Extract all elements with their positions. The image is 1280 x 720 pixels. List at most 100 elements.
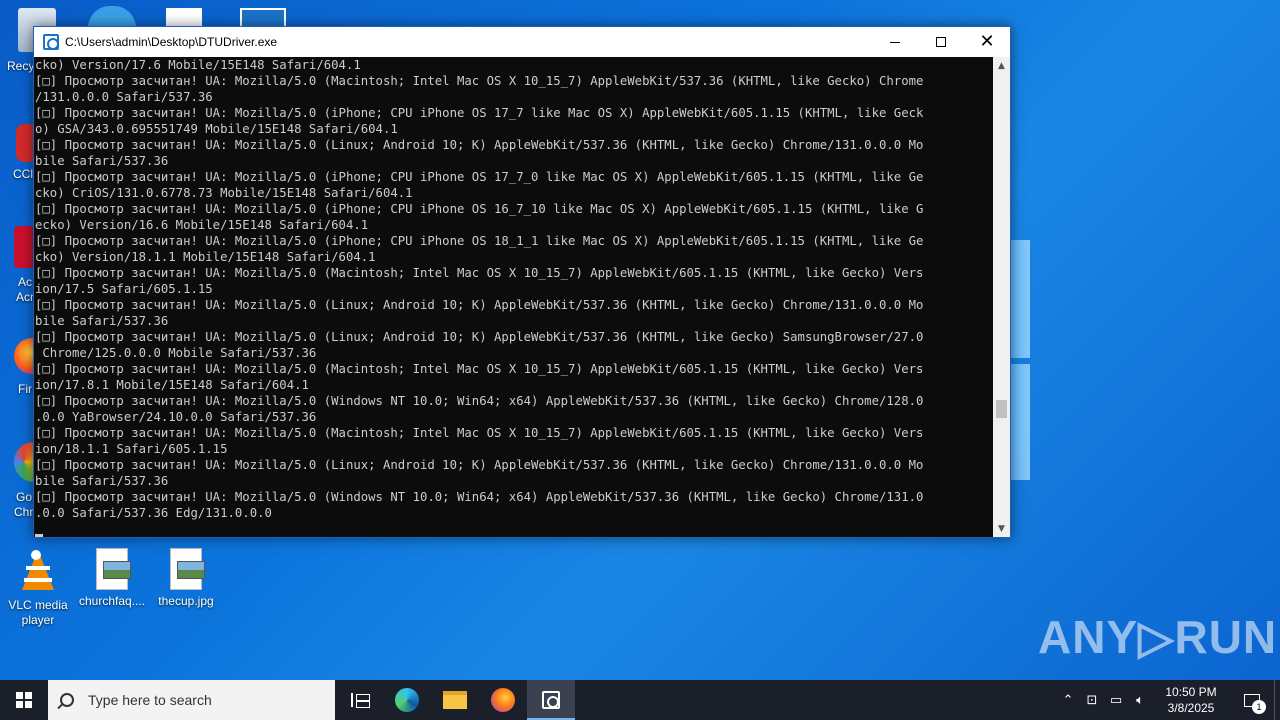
console-line: ion/17.5 Safari/605.1.15 xyxy=(35,282,213,296)
desktop-icon-vlc[interactable]: VLC media player xyxy=(0,548,76,628)
notification-badge: 1 xyxy=(1252,700,1266,714)
console-line: .0.0 YaBrowser/24.10.0.0 Safari/537.36 xyxy=(35,410,317,424)
anyrun-watermark: ANY▷RUN xyxy=(1038,611,1278,663)
desktop-icon-label: VLC media player xyxy=(8,598,68,627)
taskbar-edge[interactable] xyxy=(383,680,431,720)
firefox-icon xyxy=(491,688,515,712)
speaker-icon: 🔈︎ xyxy=(1136,692,1144,708)
image-file-icon xyxy=(96,548,131,590)
console-line: [□] Просмотр засчитан! UA: Mozilla/5.0 (… xyxy=(35,74,924,88)
console-line: /131.0.0.0 Safari/537.36 xyxy=(35,90,213,104)
start-button[interactable] xyxy=(0,680,48,720)
taskbar-firefox[interactable] xyxy=(479,680,527,720)
action-center-button[interactable]: 1 xyxy=(1230,680,1274,720)
taskbar-clock[interactable]: 10:50 PM 3/8/2025 xyxy=(1152,684,1230,716)
desktop-label-chrome-2: Chr xyxy=(14,505,34,519)
console-line: Chrome/125.0.0.0 Mobile Safari/537.36 xyxy=(35,346,317,360)
console-line: [□] Просмотр засчитан! UA: Mozilla/5.0 (… xyxy=(35,298,924,312)
edge-icon xyxy=(395,688,419,712)
chevron-up-icon: ▲ xyxy=(998,60,1005,71)
console-line: [□] Просмотр засчитан! UA: Mozilla/5.0 (… xyxy=(35,106,924,120)
close-icon: ✕ xyxy=(979,31,995,52)
console-line: [□] Просмотр засчитан! UA: Mozilla/5.0 (… xyxy=(35,394,924,408)
word-file-icon[interactable] xyxy=(166,8,202,28)
minimize-icon xyxy=(890,41,900,43)
window-titlebar[interactable]: C:\Users\admin\Desktop\DTUDriver.exe ✕ xyxy=(34,27,1010,57)
desktop-icon-label: thecup.jpg xyxy=(158,594,214,608)
window-title: C:\Users\admin\Desktop\DTUDriver.exe xyxy=(65,35,278,49)
console-line: cko) CriOS/131.0.6778.73 Mobile/15E148 S… xyxy=(35,186,413,200)
dtudriver-icon[interactable] xyxy=(240,8,286,28)
console-cursor xyxy=(35,534,43,537)
app-icon xyxy=(43,34,59,50)
console-line: bile Safari/537.36 xyxy=(35,314,169,328)
show-hidden-icons-button[interactable]: ⌃ xyxy=(1056,680,1080,720)
console-line: [□] Просмотр засчитан! UA: Mozilla/5.0 (… xyxy=(35,490,924,504)
desktop-label-ccleaner: CCl xyxy=(13,167,33,181)
taskbar-file-explorer[interactable] xyxy=(431,680,479,720)
desktop-label-chrome-1: Go xyxy=(16,490,33,504)
console-line: [□] Просмотр засчитан! UA: Mozilla/5.0 (… xyxy=(35,138,924,152)
console-line: .0.0 Safari/537.36 Edg/131.0.0.0 xyxy=(35,506,272,520)
close-button[interactable]: ✕ xyxy=(964,27,1010,57)
desktop-icon-churchfaq[interactable]: churchfaq.... xyxy=(74,548,150,609)
folder-icon xyxy=(443,691,467,709)
tray-network-button[interactable]: ⊡ xyxy=(1080,680,1104,720)
taskbar-dtudriver[interactable] xyxy=(527,680,575,720)
console-line: [□] Просмотр засчитан! UA: Mozilla/5.0 (… xyxy=(35,362,924,376)
taskbar-search-box[interactable]: Type here to search xyxy=(48,680,335,720)
console-line: ecko) Version/16.6 Mobile/15E148 Safari/… xyxy=(35,218,369,232)
app-icon xyxy=(542,691,560,709)
scroll-down-button[interactable]: ▼ xyxy=(993,520,1010,537)
clock-date: 3/8/2025 xyxy=(1167,701,1215,715)
desktop-label-acrobat-2: Acr xyxy=(16,290,34,304)
show-desktop-button[interactable] xyxy=(1274,680,1280,720)
console-line: [□] Просмотр засчитан! UA: Mozilla/5.0 (… xyxy=(35,266,924,280)
console-line: [□] Просмотр засчитан! UA: Mozilla/5.0 (… xyxy=(35,458,924,472)
task-view-icon xyxy=(351,693,370,708)
search-placeholder: Type here to search xyxy=(88,692,212,708)
search-icon xyxy=(60,693,74,707)
console-line: [□] Просмотр засчитан! UA: Mozilla/5.0 (… xyxy=(35,426,924,440)
minimize-button[interactable] xyxy=(872,27,918,57)
console-line: [□] Просмотр засчитан! UA: Mozilla/5.0 (… xyxy=(35,170,924,184)
console-line: bile Safari/537.36 xyxy=(35,154,169,168)
chevron-up-icon: ⌃ xyxy=(1062,692,1074,708)
console-line: cko) Version/18.1.1 Mobile/15E148 Safari… xyxy=(35,250,376,264)
tray-volume-button[interactable]: 🔈︎ xyxy=(1128,680,1152,720)
desktop-label-acrobat-1: Ac xyxy=(18,275,33,289)
system-tray: ⌃ ⊡ ▭ 🔈︎ 10:50 PM 3/8/2025 1 xyxy=(1056,680,1280,720)
desktop-label-firefox: Fir xyxy=(18,382,32,396)
vertical-scrollbar[interactable]: ▲ ▼ xyxy=(993,57,1010,537)
clock-time: 10:50 PM xyxy=(1165,685,1217,699)
task-view-button[interactable] xyxy=(335,680,383,720)
desktop-icon-label: churchfaq.... xyxy=(78,594,146,608)
edge-desktop-icon[interactable] xyxy=(88,6,136,28)
console-line: ion/18.1.1 Safari/605.1.15 xyxy=(35,442,228,456)
scroll-up-button[interactable]: ▲ xyxy=(993,57,1010,74)
console-line: [□] Просмотр засчитан! UA: Mozilla/5.0 (… xyxy=(35,330,924,344)
windows-logo-icon xyxy=(16,692,32,708)
acrobat-icon[interactable] xyxy=(14,226,34,268)
ccleaner-icon[interactable] xyxy=(16,124,34,162)
chevron-down-icon: ▼ xyxy=(998,523,1005,534)
maximize-icon xyxy=(936,37,946,47)
console-line: [□] Просмотр засчитан! UA: Mozilla/5.0 (… xyxy=(35,234,924,248)
image-file-icon xyxy=(170,548,205,590)
scrollbar-thumb[interactable] xyxy=(996,400,1007,418)
console-line: cko) Version/17.6 Mobile/15E148 Safari/6… xyxy=(35,58,361,72)
maximize-button[interactable] xyxy=(918,27,964,57)
ethernet-icon: ▭ xyxy=(1109,692,1123,708)
desktop-icon-thecup[interactable]: thecup.jpg xyxy=(148,548,224,609)
taskbar: Type here to search ⌃ ⊡ ▭ 🔈︎ 10:50 PM 3/… xyxy=(0,680,1280,720)
console-line: ion/17.8.1 Mobile/15E148 Safari/604.1 xyxy=(35,378,309,392)
network-icon: ⊡ xyxy=(1086,692,1098,708)
firefox-icon[interactable] xyxy=(14,338,34,374)
console-line: o) GSA/343.0.695551749 Mobile/15E148 Saf… xyxy=(35,122,398,136)
console-line: bile Safari/537.36 xyxy=(35,474,169,488)
console-line: [□] Просмотр засчитан! UA: Mozilla/5.0 (… xyxy=(35,202,924,216)
tray-ethernet-button[interactable]: ▭ xyxy=(1104,680,1128,720)
console-window[interactable]: C:\Users\admin\Desktop\DTUDriver.exe ✕ c… xyxy=(33,26,1011,538)
chrome-icon[interactable] xyxy=(14,442,34,482)
console-output[interactable]: cko) Version/17.6 Mobile/15E148 Safari/6… xyxy=(34,57,994,537)
